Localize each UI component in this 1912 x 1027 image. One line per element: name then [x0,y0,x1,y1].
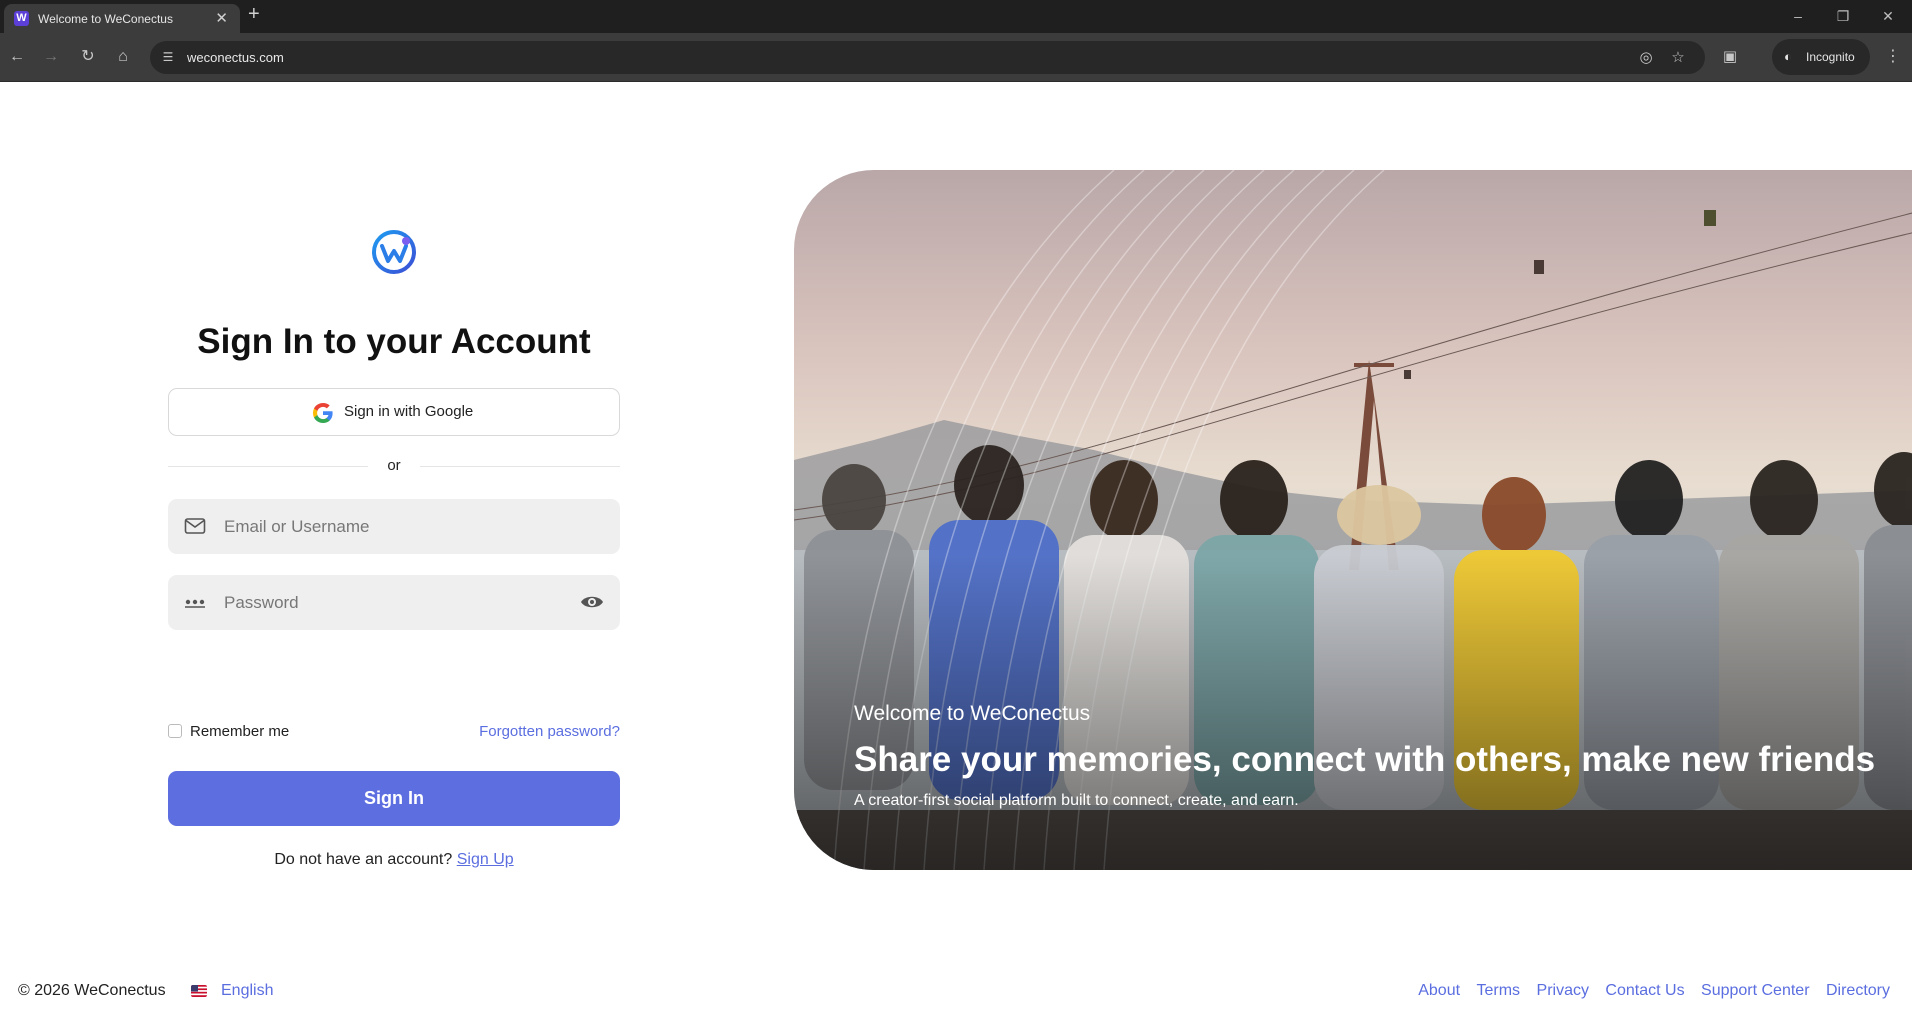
sign-in-button[interactable]: Sign In [168,771,620,826]
footer-links: About Terms Privacy Contact Us Support C… [1406,982,1890,1000]
weconectus-logo [372,230,416,274]
restore-window-icon[interactable]: ❐ [1833,6,1853,26]
hero-title: Share your memories, connect with others… [854,740,1876,779]
app: W Welcome to WeConectus ✕ + – ❐ ✕ ← → ↻ … [0,0,1912,1027]
divider-line-right [420,466,620,467]
forward-icon[interactable]: → [40,46,62,68]
url-text[interactable]: weconectus.com [187,50,284,65]
password-field[interactable] [168,575,620,630]
back-icon[interactable]: ← [6,46,28,68]
signup-prompt: Do not have an account? Sign Up [168,851,620,869]
no-account-text: Do not have an account? [274,851,453,868]
divider-line-left [168,466,368,467]
password-input[interactable] [224,575,564,630]
home-icon[interactable]: ⌂ [112,46,134,68]
incognito-label: Incognito [1806,50,1855,64]
google-icon [313,403,333,423]
browser-toolbar: ← → ↻ ⌂ ☰ weconectus.com ◎ ☆ ▣ ◐ Incogni… [0,33,1912,82]
footer-link-about[interactable]: About [1418,982,1460,999]
footer-link-terms[interactable]: Terms [1477,982,1521,999]
email-input[interactable] [224,499,564,554]
footer-link-contact[interactable]: Contact Us [1605,982,1684,999]
close-window-icon[interactable]: ✕ [1878,6,1898,26]
hero-subtitle: Welcome to WeConectus [854,702,1091,725]
remember-me-label[interactable]: Remember me [190,723,289,740]
hero-description: A creator-first social platform built to… [854,792,1299,809]
or-divider: or [168,457,620,474]
browser-tab-strip: W Welcome to WeConectus ✕ + – ❐ ✕ [0,0,1912,33]
google-signin-button[interactable]: Sign in with Google [168,388,620,436]
browser-tab-active[interactable]: W Welcome to WeConectus ✕ [4,4,240,33]
google-signin-label: Sign in with Google [344,403,474,420]
show-password-eye-icon[interactable] [580,592,604,612]
forgot-password-link[interactable]: Forgotten password? [479,723,620,740]
site-favicon-icon: W [14,11,29,26]
address-bar[interactable]: ☰ weconectus.com ◎ ☆ [150,41,1705,74]
page-content: Sign In to your Account Sign in with Goo… [0,82,1912,1027]
reload-icon[interactable]: ↻ [77,46,99,68]
remember-me-checkbox[interactable] [168,724,182,738]
divider-text: or [384,457,404,474]
copyright-text: © 2026 WeConectus [18,982,166,999]
sign-up-link[interactable]: Sign Up [457,851,514,868]
eye-off-icon[interactable]: ◎ [1636,48,1656,68]
browser-menu-icon[interactable]: ⋮ [1885,46,1901,66]
footer-link-privacy[interactable]: Privacy [1537,982,1589,999]
email-field[interactable] [168,499,620,554]
mail-icon [184,518,206,534]
password-dots-icon [185,599,205,608]
footer-link-directory[interactable]: Directory [1826,982,1890,999]
incognito-icon: ◐ [1784,49,1792,64]
tab-title: Welcome to WeConectus [38,12,173,26]
footer-link-support[interactable]: Support Center [1701,982,1810,999]
language-selector[interactable]: English [221,982,273,1000]
us-flag-icon[interactable] [191,985,207,997]
hero-banner: Welcome to WeConectus Share your memorie… [794,170,1912,870]
bookmark-star-icon[interactable]: ☆ [1668,48,1688,68]
incognito-indicator[interactable]: ◐ Incognito [1772,39,1870,75]
site-info-icon[interactable]: ☰ [160,49,176,65]
tab-search-icon[interactable]: ▣ [1720,47,1740,67]
new-tab-button[interactable]: + [248,3,260,26]
minimize-window-icon[interactable]: – [1788,6,1808,26]
close-tab-icon[interactable]: ✕ [215,9,228,27]
page-title: Sign In to your Account [197,322,591,361]
